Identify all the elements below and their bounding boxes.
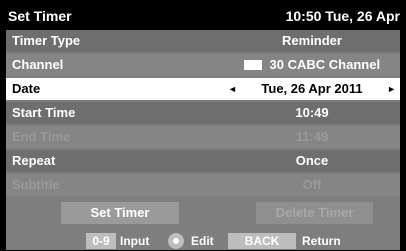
value-subtitle: Off bbox=[302, 177, 322, 192]
value-repeat[interactable]: Once bbox=[224, 150, 400, 172]
set-timer-button[interactable]: Set Timer bbox=[61, 202, 179, 224]
row-start-time[interactable]: Start Time 10:49 bbox=[6, 102, 400, 124]
value-start-time[interactable]: 10:49 bbox=[224, 102, 400, 124]
row-end-time: End Time 11:49 bbox=[6, 126, 400, 148]
value-end-time: 11:49 bbox=[295, 129, 329, 144]
set-timer-screen: Set Timer 10:50 Tue, 26 Apr Timer Type R… bbox=[0, 0, 406, 251]
screen-title: Set Timer bbox=[8, 8, 72, 24]
value-channel[interactable]: 30 CABC Channel bbox=[224, 54, 400, 76]
channel-icon bbox=[243, 60, 262, 70]
help-bar: 0-9 Input Edit BACK Return bbox=[6, 231, 400, 249]
label-channel: Channel bbox=[12, 57, 64, 72]
row-subtitle: Subtitle Off bbox=[6, 174, 400, 196]
label-subtitle: Subtitle bbox=[12, 177, 60, 192]
timer-settings-panel: Timer Type Reminder Channel 30 CABC Chan… bbox=[6, 30, 400, 250]
left-arrow-icon[interactable]: ◄ bbox=[228, 78, 237, 100]
row-channel[interactable]: Channel 30 CABC Channel bbox=[6, 54, 400, 76]
label-end-time: End Time bbox=[12, 129, 71, 144]
right-arrow-icon[interactable]: ► bbox=[387, 78, 396, 100]
label-timer-type: Timer Type bbox=[12, 33, 81, 48]
key-back: BACK bbox=[228, 233, 296, 249]
value-timer-type[interactable]: Reminder bbox=[224, 30, 400, 52]
current-datetime: 10:50 Tue, 26 Apr bbox=[285, 8, 400, 24]
delete-timer-button: Delete Timer bbox=[256, 202, 373, 224]
row-date[interactable]: Date ◄ Tue, 26 Apr 2011 ► bbox=[6, 78, 400, 100]
channel-name: 30 CABC Channel bbox=[269, 57, 381, 72]
key-0-9: 0-9 bbox=[86, 233, 116, 249]
label-start-time: Start Time bbox=[12, 105, 76, 120]
title-bar: Set Timer 10:50 Tue, 26 Apr bbox=[0, 0, 406, 30]
row-repeat[interactable]: Repeat Once bbox=[6, 150, 400, 172]
label-repeat: Repeat bbox=[12, 153, 56, 168]
value-date[interactable]: ◄ Tue, 26 Apr 2011 ► bbox=[224, 78, 400, 100]
edit-dpad-icon bbox=[168, 233, 184, 249]
label-date: Date bbox=[12, 81, 41, 96]
help-input-label: Input bbox=[120, 234, 150, 248]
help-edit-label: Edit bbox=[191, 234, 214, 248]
row-timer-type[interactable]: Timer Type Reminder bbox=[6, 30, 400, 52]
date-text: Tue, 26 Apr 2011 bbox=[261, 81, 363, 96]
help-return-label: Return bbox=[302, 234, 341, 248]
